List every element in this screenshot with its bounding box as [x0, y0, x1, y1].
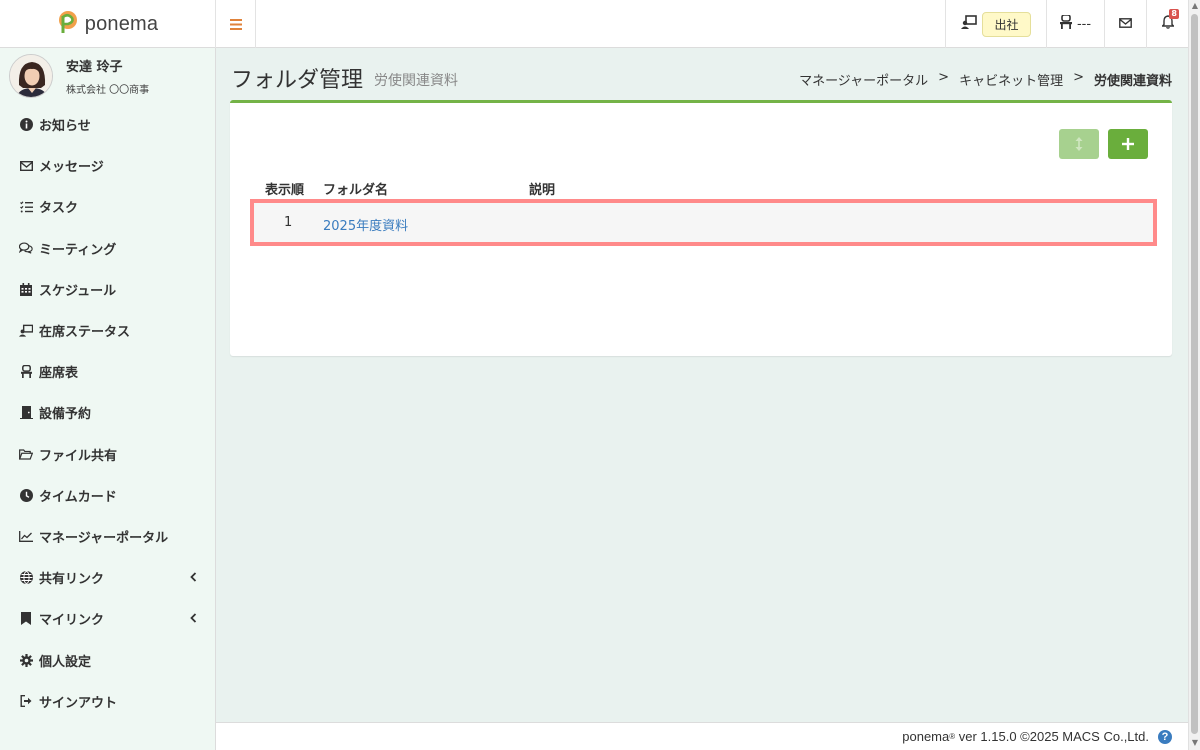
sidebar-item-messages[interactable]: メッセージ [0, 145, 215, 186]
bookmark-icon [19, 612, 33, 626]
calendar-icon [19, 282, 33, 296]
line-chart-icon [19, 529, 33, 543]
seat-status[interactable]: --- [1046, 0, 1104, 48]
message-button[interactable] [1104, 0, 1146, 48]
sidebar-item-label: 設備予約 [39, 407, 92, 423]
chevron-left-icon[interactable] [190, 571, 197, 586]
sidebar-item-label: メッセージ [39, 160, 104, 176]
door-icon [19, 406, 33, 420]
row-order: 1 [284, 215, 293, 230]
clock-icon [19, 488, 33, 502]
sidebar-item-label: 個人設定 [39, 654, 92, 670]
sidebar-item-meetings[interactable]: ミーティング [0, 228, 215, 269]
scroll-up-arrow-icon[interactable]: ▲ [1191, 2, 1199, 10]
sidebar-item-label: タイムカード [39, 489, 117, 505]
sidebar-item-facility-booking[interactable]: 設備予約 [0, 392, 215, 433]
sidebar-item-label: スケジュール [39, 283, 117, 299]
hamburger-icon [229, 18, 242, 30]
breadcrumb-link-cabinet[interactable]: キャビネット管理 [959, 70, 1063, 89]
presence-icon [19, 324, 33, 338]
table-row[interactable]: 1 2025年度資料 [250, 199, 1157, 246]
avatar[interactable] [9, 54, 53, 98]
sidebar-item-label: ミーティング [39, 242, 117, 258]
sidebar-item-label: ファイル共有 [39, 448, 118, 464]
sidebar-item-tasks[interactable]: タスク [0, 186, 215, 227]
task-list-icon [19, 200, 33, 214]
help-icon[interactable]: ? [1158, 729, 1172, 744]
breadcrumb-separator: > [938, 70, 950, 85]
info-circle-icon [19, 118, 33, 132]
footer-product: ponema [902, 729, 950, 744]
scroll-down-arrow-icon[interactable]: ▼ [1191, 739, 1199, 747]
sidebar: 安達 玲子 株式会社 〇〇商事 お知らせ メッセージ タスク ミーティング スケ… [0, 48, 216, 750]
sidebar-item-label: タスク [39, 201, 79, 217]
chevron-left-icon[interactable] [190, 612, 197, 627]
sidebar-item-file-sharing[interactable]: ファイル共有 [0, 434, 215, 475]
page-subtitle: 労使関連資料 [374, 73, 458, 89]
notification-badge: 8 [1169, 9, 1179, 19]
envelope-icon [1119, 17, 1132, 32]
globe-icon [19, 571, 33, 585]
scrollbar[interactable]: ▲ ▼ [1188, 0, 1200, 750]
breadcrumb-separator: > [1073, 70, 1084, 85]
seat-label: --- [1076, 16, 1092, 32]
sidebar-item-schedule[interactable]: スケジュール [0, 269, 215, 310]
ponema-logo-icon [57, 10, 79, 38]
plus-icon [1122, 138, 1134, 150]
footer-version: ver 1.15.0 ©2025 MACS Co.,Ltd. [955, 729, 1149, 744]
sidebar-item-seating-chart[interactable]: 座席表 [0, 351, 215, 392]
sidebar-item-shared-links[interactable]: 共有リンク [0, 557, 215, 598]
sort-arrows-icon [1075, 137, 1083, 151]
chair-icon [19, 365, 33, 379]
notification-button[interactable]: 8 [1146, 0, 1188, 48]
menu-toggle-button[interactable] [216, 0, 256, 48]
column-header-description[interactable]: 説明 [529, 179, 555, 198]
sidebar-item-presence[interactable]: 在席ステータス [0, 310, 215, 351]
sidebar-item-my-links[interactable]: マイリンク [0, 598, 215, 639]
sidebar-item-label: 座席表 [39, 366, 79, 382]
presence-icon [961, 15, 978, 33]
sidebar-item-personal-settings[interactable]: 個人設定 [0, 639, 215, 680]
breadcrumb-link-manager-portal[interactable]: マネージャーポータル [799, 70, 928, 89]
sidebar-item-manager-portal[interactable]: マネージャーポータル [0, 516, 215, 557]
sidebar-item-label: 共有リンク [39, 572, 105, 588]
sidebar-item-sign-out[interactable]: サインアウト [0, 681, 215, 722]
sidebar-item-label: マネージャーポータル [39, 530, 169, 546]
attendance-button[interactable]: 出社 [982, 11, 1031, 37]
brand-name: ponema [84, 12, 159, 35]
sidebar-item-label: 在席ステータス [39, 325, 131, 341]
user-company: 株式会社 〇〇商事 [66, 85, 150, 96]
column-header-order[interactable]: 表示順 [265, 179, 304, 198]
scroll-thumb[interactable] [1191, 14, 1198, 734]
add-folder-button[interactable] [1108, 129, 1148, 159]
sidebar-item-timecard[interactable]: タイムカード [0, 475, 215, 516]
sidebar-item-label: サインアウト [39, 695, 118, 711]
user-name: 安達 玲子 [66, 60, 123, 75]
sidebar-item-label: お知らせ [39, 119, 91, 135]
top-bar: ponema 出社 --- 8 [0, 0, 1188, 48]
chair-icon [1059, 14, 1072, 33]
sidebar-item-notices[interactable]: お知らせ [0, 104, 215, 145]
page-title: フォルダ管理 [231, 68, 364, 93]
chat-bubbles-icon [19, 241, 33, 255]
folder-name-link[interactable]: 2025年度資料 [323, 215, 408, 234]
breadcrumb-current: 労使関連資料 [1093, 74, 1172, 89]
gear-icon [19, 653, 33, 667]
folder-panel: 表示順 フォルダ名 説明 1 2025年度資料 [230, 100, 1172, 356]
column-header-folder-name[interactable]: フォルダ名 [323, 179, 388, 198]
brand-logo[interactable]: ponema [0, 0, 216, 48]
envelope-icon [19, 159, 33, 173]
footer: ponema ® ver 1.15.0 ©2025 MACS Co.,Ltd. … [216, 722, 1188, 750]
sign-out-icon [19, 694, 33, 708]
sidebar-item-label: マイリンク [39, 613, 105, 629]
folder-open-icon [19, 447, 33, 461]
user-profile[interactable]: 安達 玲子 株式会社 〇〇商事 [0, 48, 215, 104]
breadcrumb: マネージャーポータル > キャビネット管理 > 労使関連資料 [799, 70, 1172, 89]
reorder-button[interactable] [1059, 129, 1099, 159]
attendance-status[interactable]: 出社 [945, 0, 1046, 48]
